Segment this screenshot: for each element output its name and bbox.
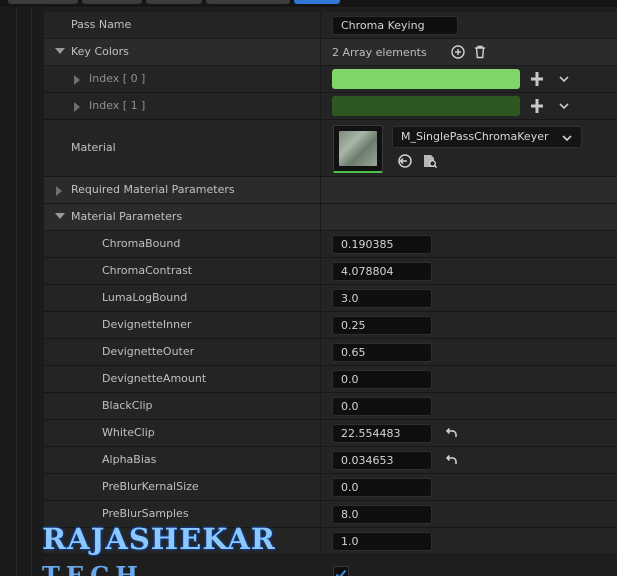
pass-name-label: Pass Name — [71, 18, 132, 31]
param-row: BlackClip 0.0 — [44, 393, 617, 420]
param-name: DevignetteInner — [102, 318, 192, 331]
material-row: Material M_SinglePassChromaKeyer — [44, 120, 617, 177]
expand-arrow-icon[interactable] — [56, 186, 62, 196]
toolbar-button-active[interactable] — [294, 0, 340, 4]
toolbar-button[interactable] — [206, 0, 290, 4]
required-material-parameters-label: Required Material Parameters — [71, 183, 235, 196]
param-name: DevignetteAmount — [102, 372, 207, 385]
param-checkbox[interactable] — [333, 566, 349, 576]
add-element-icon[interactable] — [451, 45, 465, 59]
chevron-down-icon[interactable] — [558, 73, 570, 85]
drag-handle-icon[interactable] — [530, 71, 544, 87]
param-name: ChromaBound — [102, 237, 181, 250]
expand-arrow-icon[interactable] — [55, 213, 65, 219]
param-row: ChromaBound 0.190385 — [44, 231, 617, 258]
key-colors-row[interactable]: Key Colors 2 Array elements — [44, 39, 617, 66]
param-name: DevignetteOuter — [102, 345, 195, 358]
material-label: Material — [71, 141, 116, 154]
param-value-input[interactable]: 0.034653 — [332, 450, 432, 470]
delete-icon[interactable] — [473, 45, 487, 59]
array-count-text: 2 Array elements — [332, 45, 427, 59]
reset-to-default-icon[interactable] — [444, 453, 458, 467]
param-value-input[interactable]: 0.190385 — [332, 234, 432, 254]
param-value-input[interactable]: 4.078804 — [332, 261, 432, 281]
chevron-down-icon — [562, 135, 572, 142]
material-parameters-label: Material Parameters — [71, 210, 183, 223]
top-toolbar — [0, 0, 617, 7]
outliner-gutter — [0, 7, 44, 576]
details-panel: Pass Name Chroma Keying Key Colors 2 Arr… — [44, 12, 617, 555]
material-asset-name: M_SinglePassChromaKeyer — [401, 130, 549, 143]
param-value-input[interactable]: 0.0 — [332, 396, 432, 416]
param-value-input[interactable]: 0.65 — [332, 342, 432, 362]
param-value-input[interactable]: 0.0 — [332, 369, 432, 389]
param-value-input[interactable]: 0.0 — [332, 477, 432, 497]
param-name: WhiteClip — [102, 426, 155, 439]
param-name: PreBlurKernalSize — [102, 480, 199, 493]
param-row: ChromaContrast 4.078804 — [44, 258, 617, 285]
param-row: LumaLogBound 3.0 — [44, 285, 617, 312]
color-swatch[interactable] — [332, 96, 520, 116]
index-label: Index [ 1 ] — [89, 99, 146, 112]
expand-arrow-icon[interactable] — [74, 75, 80, 85]
expand-arrow-icon[interactable] — [74, 102, 80, 112]
required-material-parameters-row[interactable]: Required Material Parameters — [44, 177, 617, 204]
check-icon — [335, 569, 347, 576]
reset-to-default-icon[interactable] — [444, 426, 458, 440]
color-swatch[interactable] — [332, 69, 520, 89]
param-name: AlphaBias — [102, 453, 157, 466]
param-row: AlphaBias 0.034653 — [44, 447, 617, 474]
use-selected-icon[interactable] — [397, 153, 413, 169]
chevron-down-icon[interactable] — [558, 100, 570, 112]
pass-name-row: Pass Name Chroma Keying — [44, 12, 617, 39]
param-row: DevignetteAmount 0.0 — [44, 366, 617, 393]
material-asset-combo[interactable]: M_SinglePassChromaKeyer — [392, 126, 582, 148]
material-thumbnail[interactable] — [333, 125, 383, 173]
pass-name-input[interactable]: Chroma Keying — [332, 15, 458, 35]
param-value-input[interactable]: 0.25 — [332, 315, 432, 335]
param-value-input[interactable]: 22.554483 — [332, 423, 432, 443]
param-value-input[interactable]: 8.0 — [332, 504, 432, 524]
param-name: BlackClip — [102, 399, 153, 412]
param-name: LumaLogBound — [102, 291, 188, 304]
drag-handle-icon[interactable] — [530, 98, 544, 114]
index-label: Index [ 0 ] — [89, 72, 146, 85]
param-row: PreBlurKernalSize 0.0 — [44, 474, 617, 501]
key-color-index-1-row[interactable]: Index [ 1 ] — [44, 93, 617, 120]
param-row: DevignetteInner 0.25 — [44, 312, 617, 339]
toolbar-button[interactable] — [82, 0, 142, 4]
param-row: DevignetteOuter 0.65 — [44, 339, 617, 366]
watermark-logo-line2: TECH — [42, 561, 144, 576]
material-parameters-row[interactable]: Material Parameters — [44, 204, 617, 231]
param-value-input[interactable]: 1.0 — [332, 531, 432, 551]
expand-arrow-icon[interactable] — [55, 48, 65, 54]
key-color-index-0-row[interactable]: Index [ 0 ] — [44, 66, 617, 93]
toolbar-button[interactable] — [146, 0, 202, 4]
key-colors-label: Key Colors — [71, 45, 129, 58]
param-value-input[interactable]: 3.0 — [332, 288, 432, 308]
browse-asset-icon[interactable] — [422, 153, 438, 169]
param-row: WhiteClip 22.554483 — [44, 420, 617, 447]
toolbar-button[interactable] — [8, 0, 78, 4]
watermark-logo: RAJASHEKAR — [42, 522, 276, 556]
param-name: ChromaContrast — [102, 264, 193, 277]
